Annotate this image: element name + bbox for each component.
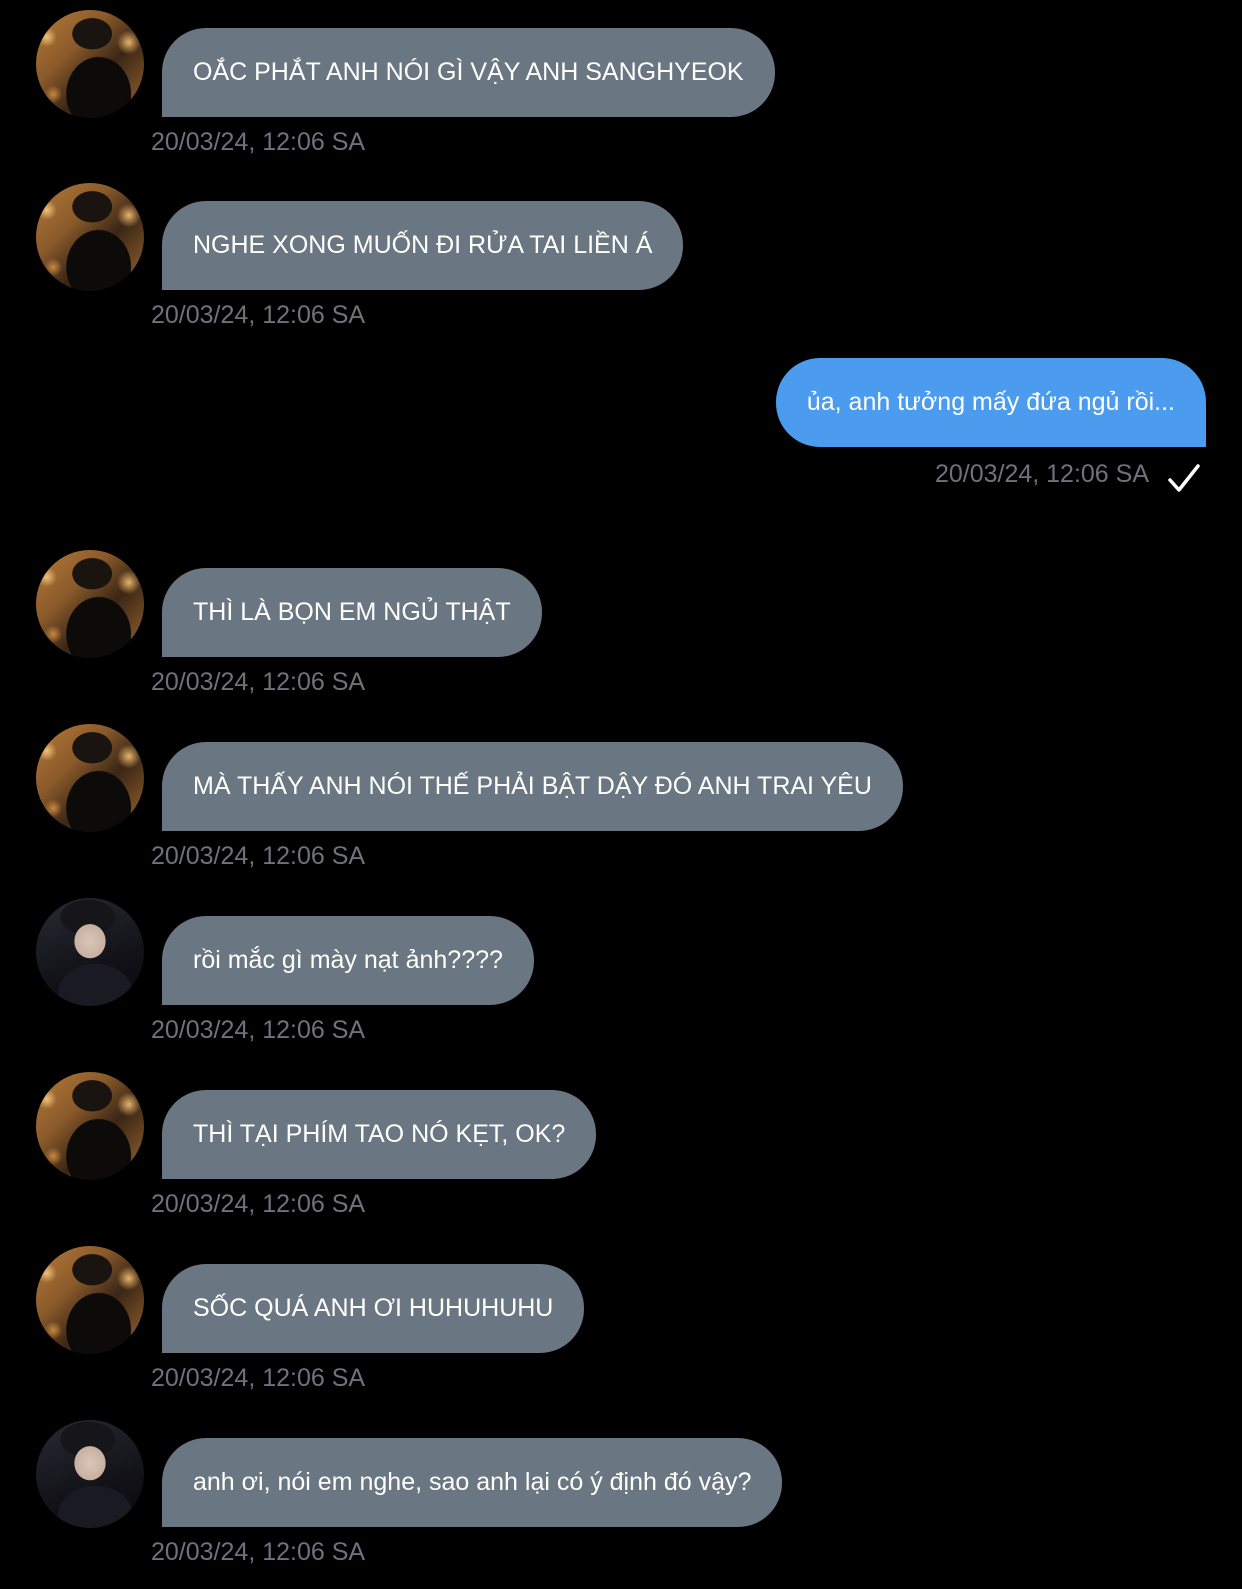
avatar[interactable] [36, 183, 144, 291]
avatar[interactable] [36, 550, 144, 658]
avatar[interactable] [36, 898, 144, 1006]
avatar[interactable] [36, 10, 144, 118]
message-timestamp: 20/03/24, 12:06 SA [151, 842, 366, 870]
message-timestamp: 20/03/24, 12:06 SA [151, 1538, 366, 1566]
avatar[interactable] [36, 1246, 144, 1354]
message-timestamp: 20/03/24, 12:06 SA [934, 460, 1149, 488]
message-bubble[interactable]: NGHE XONG MUỐN ĐI RỬA TAI LIỀN Á [162, 201, 684, 290]
message-bubble[interactable]: rồi mắc gì mày nạt ảnh???? [162, 916, 534, 1005]
message-bubble[interactable]: OẮC PHẮT ANH NÓI GÌ VẬY ANH SANGHYEOK [162, 28, 775, 117]
chat-thread[interactable]: OẮC PHẮT ANH NÓI GÌ VẬY ANH SANGHYEOK 20… [0, 0, 1242, 1589]
message-bubble[interactable]: THÌ TẠI PHÍM TAO NÓ KẸT, OK? [162, 1090, 597, 1179]
message-timestamp: 20/03/24, 12:06 SA [151, 668, 366, 696]
message-bubble-sent[interactable]: ủa, anh tưởng mấy đứa ngủ rồi... [775, 358, 1206, 447]
message-bubble[interactable]: anh ơi, nói em nghe, sao anh lại có ý đị… [162, 1438, 783, 1527]
message-timestamp: 20/03/24, 12:06 SA [151, 1016, 366, 1044]
checkmark-icon [1168, 464, 1200, 492]
message-bubble[interactable]: SỐC QUÁ ANH ƠI HUHUHUHU [162, 1264, 585, 1353]
message-timestamp: 20/03/24, 12:06 SA [151, 1364, 366, 1392]
message-timestamp: 20/03/24, 12:06 SA [151, 1190, 366, 1218]
avatar[interactable] [36, 1072, 144, 1180]
avatar[interactable] [36, 724, 144, 832]
message-timestamp: 20/03/24, 12:06 SA [151, 128, 366, 156]
message-timestamp: 20/03/24, 12:06 SA [151, 301, 366, 329]
message-bubble[interactable]: THÌ LÀ BỌN EM NGỦ THẬT [162, 568, 542, 657]
avatar[interactable] [36, 1420, 144, 1528]
message-bubble[interactable]: MÀ THẤY ANH NÓI THẾ PHẢI BẬT DẬY ĐÓ ANH … [162, 742, 903, 831]
